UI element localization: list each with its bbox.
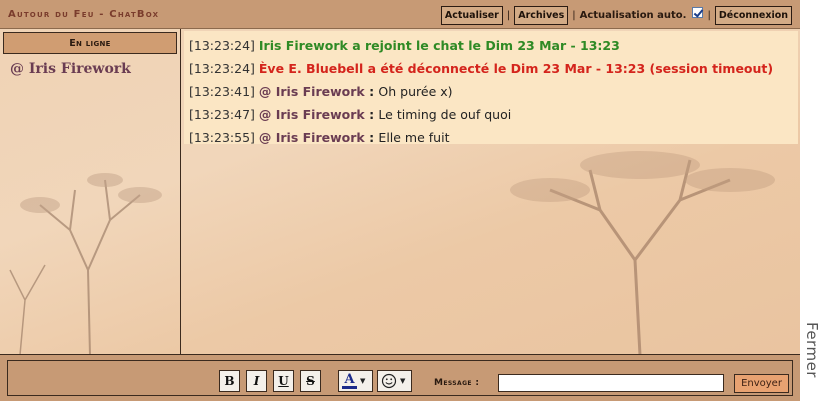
- chat-header: Autour du Feu - ChatBox Actualiser | Arc…: [0, 0, 800, 29]
- chat-title: Autour du Feu - ChatBox: [8, 9, 160, 20]
- font-color-icon: A: [342, 373, 357, 389]
- smiley-icon: [381, 373, 397, 389]
- chevron-down-icon: ▼: [400, 377, 406, 385]
- send-button[interactable]: Envoyer: [734, 374, 789, 393]
- emoji-dropdown[interactable]: ▼: [377, 370, 412, 392]
- message-author[interactable]: @ Iris Firework: [259, 130, 365, 145]
- message-timestamp: [13:23:47]: [189, 107, 255, 122]
- message-input-bar: B I U S A ▼ ▼ Message : Envoyer: [0, 354, 800, 401]
- message-row: [13:23:41] @ Iris Firework : Oh purée x): [189, 84, 453, 99]
- chat-toolbar: Actualiser | Archives | Actualisation au…: [440, 5, 792, 25]
- message-list: [13:23:24] Iris Firework a rejoint le ch…: [184, 31, 798, 145]
- message-timestamp: [13:23:24]: [189, 61, 255, 76]
- message-timestamp: [13:23:24]: [189, 38, 255, 53]
- message-label: Message :: [434, 378, 480, 388]
- archives-button[interactable]: Archives: [514, 5, 569, 25]
- message-timestamp: [13:23:55]: [189, 130, 255, 145]
- message-timestamp: [13:23:41]: [189, 84, 255, 99]
- message-author[interactable]: @ Iris Firework: [259, 84, 365, 99]
- bold-button[interactable]: B: [219, 370, 240, 392]
- message-text: Elle me fuit: [378, 130, 450, 145]
- message-text: Oh purée x): [378, 84, 453, 99]
- chatbox-frame: Autour du Feu - ChatBox Actualiser | Arc…: [0, 0, 800, 401]
- toolbar-separator: |: [572, 9, 576, 21]
- system-message-join: Iris Firework a rejoint le chat le Dim 2…: [258, 38, 620, 53]
- system-message-leave: Ève E. Bluebell a été déconnecté le Dim …: [258, 61, 774, 76]
- chevron-down-icon: ▼: [360, 377, 366, 385]
- auto-refresh-checkbox[interactable]: [692, 6, 704, 18]
- message-author[interactable]: @ Iris Firework: [259, 107, 365, 122]
- message-row: [13:23:24] Iris Firework a rejoint le ch…: [184, 34, 798, 57]
- disconnect-button[interactable]: Déconnexion: [714, 5, 792, 25]
- online-users-panel: En ligne @ Iris Firework: [0, 29, 181, 354]
- online-users-header: En ligne: [3, 32, 177, 54]
- online-user-item[interactable]: @ Iris Firework: [10, 61, 131, 77]
- message-row: [13:23:47] @ Iris Firework : Le timing d…: [189, 107, 512, 122]
- italic-button[interactable]: I: [246, 370, 267, 392]
- message-text: Le timing de ouf quoi: [378, 107, 512, 122]
- close-chat-tab[interactable]: Fermer: [803, 310, 820, 390]
- savanna-tree-right-decoration: [510, 151, 775, 355]
- close-chat-label: Fermer: [802, 322, 820, 378]
- input-bar-inner: B I U S A ▼ ▼ Message : Envoyer: [7, 360, 793, 396]
- toolbar-separator: |: [506, 9, 511, 21]
- auto-refresh-label: Actualisation auto.: [579, 9, 687, 21]
- underline-button[interactable]: U: [273, 370, 294, 392]
- toolbar-separator: |: [707, 9, 711, 21]
- message-row: [13:23:24] Ève E. Bluebell a été déconne…: [184, 57, 798, 80]
- strikethrough-button[interactable]: S: [300, 370, 321, 392]
- message-input[interactable]: [498, 374, 724, 392]
- font-color-dropdown[interactable]: A ▼: [338, 370, 373, 392]
- message-row: [13:23:55] @ Iris Firework : Elle me fui…: [189, 130, 450, 145]
- refresh-button[interactable]: Actualiser: [440, 5, 503, 25]
